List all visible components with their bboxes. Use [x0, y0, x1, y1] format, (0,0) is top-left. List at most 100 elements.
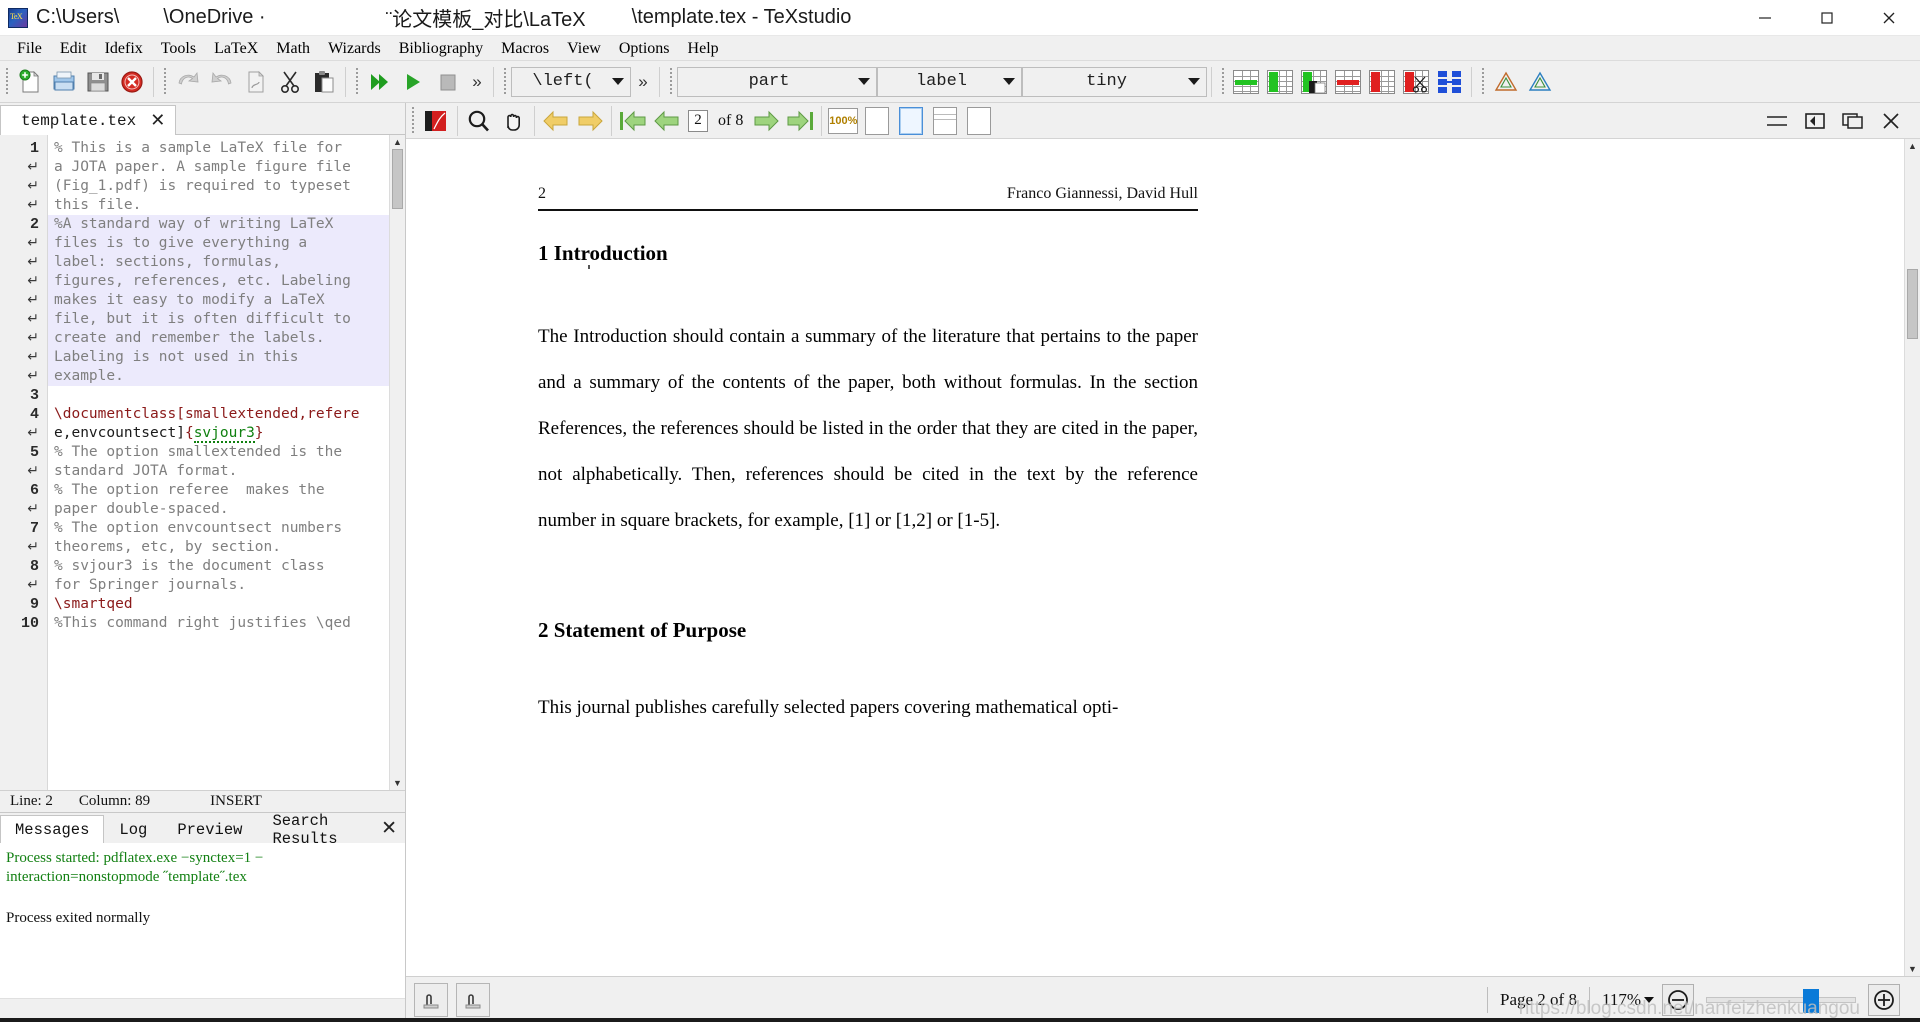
menu-options[interactable]: Options — [610, 36, 679, 61]
close-icon[interactable] — [1858, 0, 1920, 35]
pdf-page-canvas[interactable]: 2 Franco Giannessi, David Hull 1 Introdu… — [406, 139, 1904, 976]
code-line[interactable]: file, but it is often difficult to — [48, 310, 405, 329]
tab-preview[interactable]: Preview — [162, 815, 257, 843]
save-document-icon[interactable] — [81, 65, 115, 99]
close-icon[interactable]: ✕ — [381, 817, 397, 840]
sync-to-pdf-icon[interactable] — [456, 982, 490, 1017]
add-column-icon[interactable] — [1263, 65, 1297, 99]
toolbar-grip[interactable] — [3, 67, 10, 96]
code-line[interactable]: for Springer journals. — [48, 576, 405, 595]
cut-icon[interactable] — [273, 65, 307, 99]
menu-help[interactable]: Help — [679, 36, 728, 61]
code-line[interactable]: label: sections, formulas, — [48, 253, 405, 272]
code-line[interactable]: % The option envcountsect numbers — [48, 519, 405, 538]
tab-messages[interactable]: Messages — [0, 815, 105, 843]
toggle-panel-icon[interactable] — [1758, 105, 1796, 137]
menu-view[interactable]: View — [558, 36, 610, 61]
close-icon[interactable]: ✕ — [150, 110, 165, 131]
code-line[interactable]: create and remember the labels. — [48, 329, 405, 348]
maximize-icon[interactable] — [1796, 0, 1858, 35]
structure-level-combo[interactable]: part — [677, 66, 877, 97]
code-line[interactable]: e,envcountsect]{svjour3} — [48, 424, 405, 443]
toolbar-grip-4[interactable] — [501, 67, 508, 96]
code-line[interactable]: paper double-spaced. — [48, 500, 405, 519]
toolbar-overflow-1[interactable]: » — [465, 72, 489, 92]
last-page-icon[interactable] — [783, 105, 817, 137]
warning-icon[interactable] — [1489, 65, 1523, 99]
page-number-input[interactable]: 2 — [688, 109, 708, 132]
code-line[interactable]: makes it easy to modify a LaTeX — [48, 291, 405, 310]
code-line[interactable]: % This is a sample LaTeX file for — [48, 139, 405, 158]
copy-icon[interactable] — [239, 65, 273, 99]
open-document-icon[interactable] — [47, 65, 81, 99]
scroll-down-icon[interactable]: ▼ — [390, 776, 405, 790]
fit-to-text-width-icon[interactable] — [928, 105, 962, 137]
scroll-down-icon[interactable]: ▼ — [1905, 962, 1920, 976]
code-line[interactable]: % svjour3 is the document class — [48, 557, 405, 576]
add-row-icon[interactable] — [1229, 65, 1263, 99]
editor-scrollbar[interactable]: ▲ ▼ — [389, 135, 405, 790]
stop-icon[interactable] — [431, 65, 465, 99]
toolbar-grip-3[interactable] — [353, 67, 360, 96]
scroll-up-icon[interactable]: ▲ — [390, 135, 405, 149]
pdf-toolbar-grip[interactable] — [409, 106, 416, 135]
windowed-view-icon[interactable] — [1834, 105, 1872, 137]
toolbar-overflow-2[interactable]: » — [631, 72, 655, 92]
cut-column-icon[interactable] — [1399, 65, 1433, 99]
code-line[interactable]: \smartqed — [48, 595, 405, 614]
table-structure-icon[interactable] — [1433, 65, 1467, 99]
code-line[interactable]: \documentclass[smallextended,refere — [48, 405, 405, 424]
fit-to-page-icon[interactable] — [894, 105, 928, 137]
menu-idefix[interactable]: Idefix — [96, 36, 152, 61]
code-line[interactable]: example. — [48, 367, 405, 386]
compile-icon[interactable] — [397, 65, 431, 99]
chevron-down-icon[interactable] — [1644, 996, 1654, 1003]
code-line[interactable]: % The option referee makes the — [48, 481, 405, 500]
sync-to-source-icon[interactable] — [414, 982, 448, 1017]
search-icon[interactable] — [462, 105, 496, 137]
menu-latex[interactable]: LaTeX — [205, 36, 267, 61]
next-page-icon[interactable] — [749, 105, 783, 137]
continuous-page-icon[interactable] — [962, 105, 996, 137]
menu-bibliography[interactable]: Bibliography — [390, 36, 492, 61]
warning-alt-icon[interactable] — [1523, 65, 1557, 99]
pdf-scroll-thumb[interactable] — [1907, 269, 1918, 339]
code-line[interactable] — [48, 386, 405, 405]
left-delimiter-combo[interactable]: \left( — [511, 66, 631, 97]
tab-template-tex[interactable]: template.tex ✕ — [0, 105, 177, 135]
open-pdf-icon[interactable] — [419, 105, 453, 137]
paste-column-icon[interactable] — [1297, 65, 1331, 99]
paste-icon[interactable] — [307, 65, 341, 99]
messages-output[interactable]: Process started: pdflatex.exe −synctex=1… — [0, 843, 405, 998]
pdf-zoom-level[interactable]: 117% — [1602, 990, 1641, 1010]
close-viewer-icon[interactable] — [1872, 105, 1910, 137]
tab-log[interactable]: Log — [104, 815, 162, 843]
menu-file[interactable]: File — [8, 36, 51, 61]
code-line[interactable]: % The option smallextended is the — [48, 443, 405, 462]
delete-row-icon[interactable] — [1331, 65, 1365, 99]
new-document-icon[interactable] — [13, 65, 47, 99]
code-line[interactable]: (Fig_1.pdf) is required to typeset — [48, 177, 405, 196]
first-page-icon[interactable] — [616, 105, 650, 137]
previous-page-icon[interactable] — [650, 105, 684, 137]
build-and-view-icon[interactable] — [363, 65, 397, 99]
scroll-up-icon[interactable]: ▲ — [1905, 139, 1920, 153]
undo-icon[interactable] — [171, 65, 205, 99]
code-line[interactable]: theorems, etc, by section. — [48, 538, 405, 557]
minimize-icon[interactable] — [1734, 0, 1796, 35]
scroll-thumb[interactable] — [392, 149, 403, 209]
menu-edit[interactable]: Edit — [51, 36, 96, 61]
menu-wizards[interactable]: Wizards — [319, 36, 390, 61]
code-line[interactable]: Labeling is not used in this — [48, 348, 405, 367]
hand-tool-icon[interactable] — [496, 105, 530, 137]
fit-to-width-icon[interactable] — [860, 105, 894, 137]
font-size-combo[interactable]: tiny — [1022, 66, 1207, 97]
toolbar-grip-6[interactable] — [1219, 67, 1226, 96]
pdf-page-area[interactable]: 2 Franco Giannessi, David Hull 1 Introdu… — [406, 139, 1920, 976]
code-line[interactable]: a JOTA paper. A sample figure file — [48, 158, 405, 177]
menu-tools[interactable]: Tools — [152, 36, 205, 61]
code-line[interactable]: standard JOTA format. — [48, 462, 405, 481]
toolbar-grip-2[interactable] — [161, 67, 168, 96]
code-line[interactable]: figures, references, etc. Labeling — [48, 272, 405, 291]
pdf-scrollbar[interactable]: ▲ ▼ — [1904, 139, 1920, 976]
